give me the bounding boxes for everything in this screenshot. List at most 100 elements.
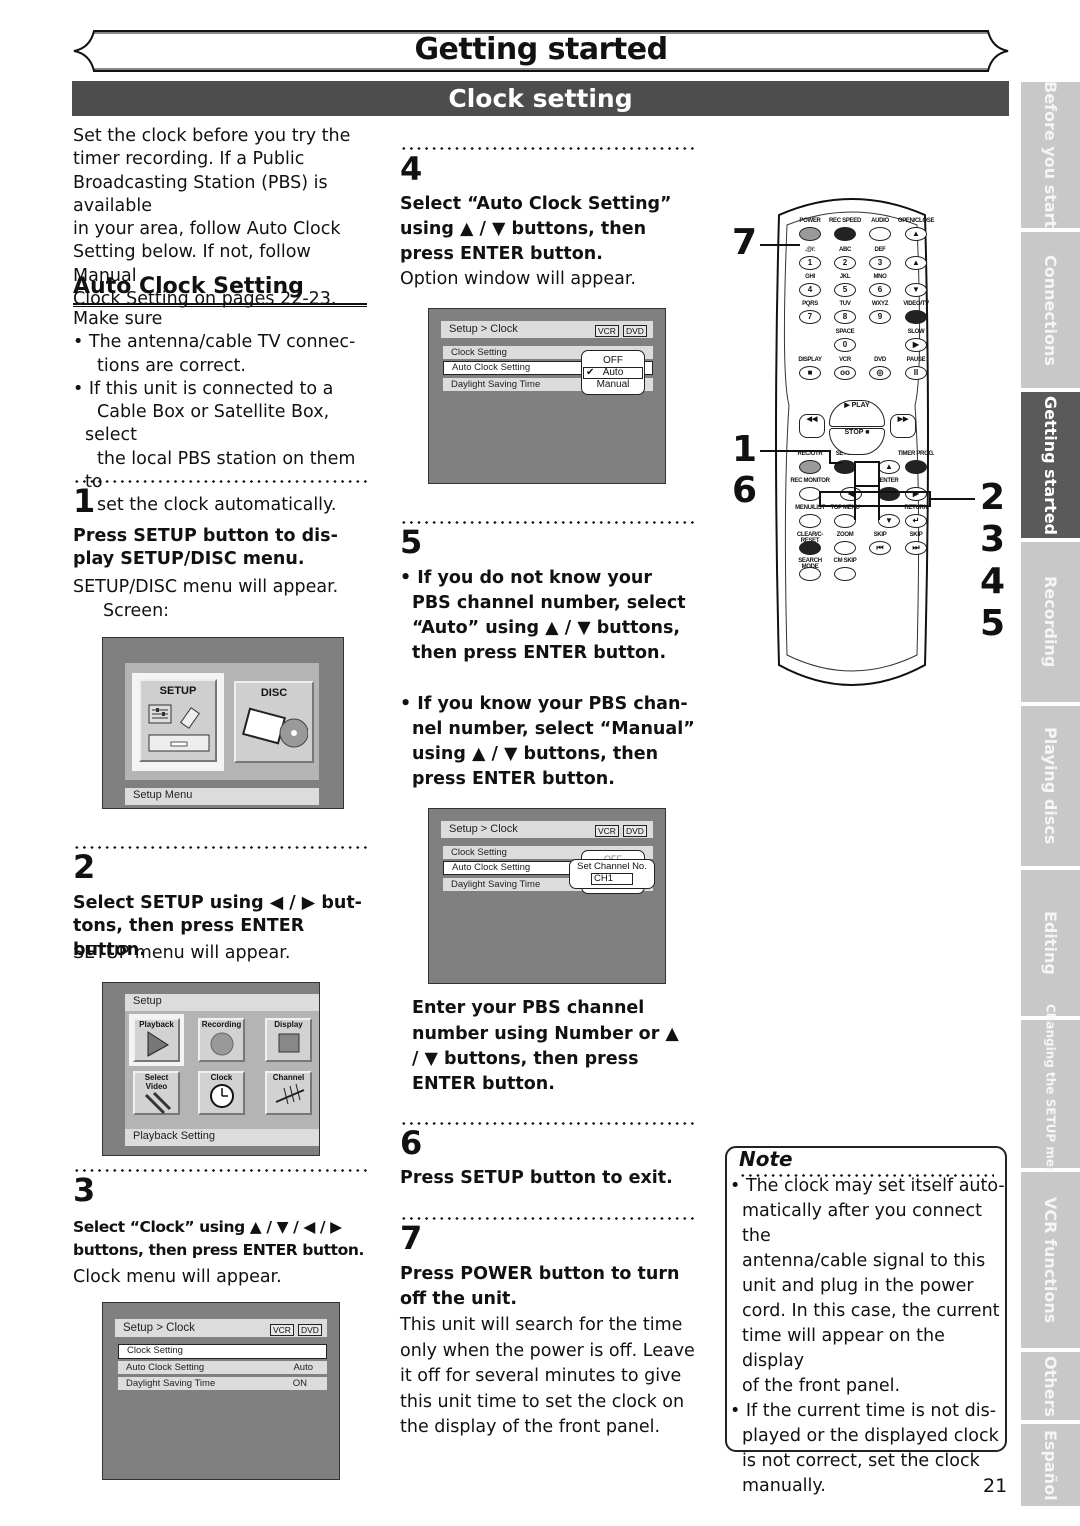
step-4-instruction: Select “Auto Clock Setting” using ▲ / ▼ b… <box>400 194 672 264</box>
step-number: 2 <box>73 848 96 886</box>
callout-2: 2 <box>980 477 1006 518</box>
side-tab-getting-started[interactable]: Getting started <box>1021 392 1080 538</box>
chapter-title: Getting started <box>414 32 668 67</box>
note-bullets: • The clock may set itself auto-maticall… <box>730 1176 1005 1496</box>
make-sure-block: Make sure • The antenna/cable TV connec-… <box>73 308 373 518</box>
vcr-indicator: VCR <box>595 825 619 837</box>
breadcrumb: Setup > Clock <box>441 321 653 338</box>
intro-line: Set the clock before you try the <box>73 126 351 146</box>
side-tab-before-you-start[interactable]: Before you start <box>1021 81 1080 229</box>
side-tab-label: Others <box>1041 1355 1060 1417</box>
skip-back-button[interactable]: ⏮ <box>869 541 891 555</box>
channel-window-screen: Setup > Clock VCR DVD Clock Setting Auto… <box>428 808 666 984</box>
status-bar: Playback Setting <box>125 1129 319 1146</box>
option-popup: OFF ✔ Auto Manual <box>581 350 645 395</box>
disc-tile[interactable]: DISC <box>234 681 314 763</box>
display-icon <box>278 1033 299 1053</box>
icon-recording[interactable]: Recording <box>198 1018 245 1062</box>
cm-skip-button[interactable] <box>834 567 856 581</box>
daylight-saving-row[interactable]: Daylight Saving Time ON <box>118 1377 327 1390</box>
intro-line: Broadcasting Station (PBS) is available <box>73 172 328 216</box>
callout-lines <box>760 244 975 520</box>
disc-film-icon <box>242 707 308 748</box>
step-1-instruction: Press SETUP button to dis-play SETUP/DIS… <box>73 526 338 570</box>
heading-rule <box>73 303 367 307</box>
side-tab-label: Editing <box>1041 911 1060 975</box>
step-divider <box>400 147 694 150</box>
callout-5: 5 <box>980 603 1006 644</box>
icon-channel[interactable]: Channel <box>265 1071 312 1115</box>
step-divider <box>73 846 367 849</box>
clock-menu-screen: Setup > Clock VCR DVD Clock Setting Auto… <box>102 1302 340 1480</box>
skip-forward-button[interactable]: ⏭ <box>905 541 927 555</box>
side-tab-espa-ol[interactable]: Español <box>1021 1424 1080 1506</box>
status-bar: Setup Menu <box>125 788 319 805</box>
screen-label: Screen: <box>103 601 170 621</box>
setup-tile-highlight[interactable]: SETUP <box>132 673 224 771</box>
icon-playback[interactable]: Playback <box>133 1018 180 1062</box>
bullet-item: • If this unit is connected to a Cable Bo… <box>73 378 356 516</box>
auto-clock-row[interactable]: Auto Clock Setting Auto <box>118 1361 327 1374</box>
step-7-description: This unit will search for the time only w… <box>400 1315 695 1437</box>
side-tab-label: Recording <box>1041 576 1060 668</box>
side-tab-others[interactable]: Others <box>1021 1352 1080 1420</box>
setup-device-icon <box>148 704 210 752</box>
clear-button[interactable] <box>799 541 821 555</box>
step-divider <box>73 1169 367 1172</box>
side-tab-changing-the-setup-menu[interactable]: Changing the SETUP menu <box>1021 1004 1080 1184</box>
vcr-indicator: VCR <box>595 325 619 337</box>
side-tab-vcr-functions[interactable]: VCR functions <box>1021 1172 1080 1348</box>
option-auto[interactable]: ✔ Auto <box>583 367 643 379</box>
option-off[interactable]: OFF <box>582 355 644 367</box>
side-tab-label: Changing the SETUP menu <box>1043 1003 1058 1185</box>
side-tab-label: Getting started <box>1041 395 1060 535</box>
auto-clock-heading: Auto Clock Setting <box>73 274 304 299</box>
search-mode-button[interactable] <box>799 567 821 581</box>
note-title: Note <box>739 1147 793 1171</box>
step-number: 3 <box>73 1171 96 1209</box>
step-3-instruction: Select “Clock” using ▲ / ▼ / ◀ / ▶ button… <box>73 1218 365 1260</box>
vcr-indicator: VCR <box>270 1324 294 1336</box>
intro-line: in your area, follow Auto Clock <box>73 219 341 240</box>
antenna-icon <box>275 1083 304 1105</box>
step-3-description: Clock menu will appear. <box>73 1267 282 1287</box>
zoom-button[interactable] <box>834 541 856 555</box>
remote-label: ZOOM <box>836 532 854 538</box>
callout-4: 4 <box>980 561 1006 602</box>
remote-label: SKIP <box>909 532 923 538</box>
checkmark-icon: ✔ <box>586 367 595 378</box>
step-6-instruction: Press SETUP button to exit. <box>400 1168 673 1188</box>
breadcrumb: Setup > Clock <box>115 1319 327 1337</box>
step-divider <box>400 521 694 524</box>
clock-icon <box>209 1084 234 1108</box>
step-2-description: SETUP menu will appear. <box>73 943 291 963</box>
step-number: 1 <box>73 482 96 520</box>
breadcrumb: Setup > Clock <box>441 821 653 838</box>
icon-display[interactable]: Display <box>265 1018 312 1062</box>
channel-input[interactable]: CH1 <box>591 873 633 885</box>
side-tab-recording[interactable]: Recording <box>1021 542 1080 702</box>
option-window-screen: Setup > Clock VCR DVD Clock Setting Auto… <box>428 308 666 484</box>
side-tab-label: VCR functions <box>1041 1196 1060 1324</box>
chapter-header: Getting started <box>72 30 1010 72</box>
step-7-instruction: Press POWER button to turn off the unit. <box>400 1264 680 1309</box>
icon-select-video[interactable]: Select Video <box>133 1071 180 1115</box>
bullet-item: • The antenna/cable TV connec-tions are … <box>73 332 356 376</box>
play-icon <box>147 1031 169 1057</box>
callout-3: 3 <box>980 519 1006 560</box>
step-1-description: SETUP/DISC menu will appear. <box>73 577 339 597</box>
remote-label: SKIP <box>873 532 887 538</box>
step-5-enter-channel: Enter your PBS channel number using Numbe… <box>412 998 679 1094</box>
dvd-indicator: DVD <box>623 325 647 337</box>
step-number: 6 <box>400 1124 423 1162</box>
side-tab-label: Connections <box>1041 254 1060 366</box>
callout-6: 6 <box>732 470 758 511</box>
page-number: 21 <box>983 1475 1008 1497</box>
option-manual[interactable]: Manual <box>582 379 644 391</box>
side-tab-playing-discs[interactable]: Playing discs <box>1021 706 1080 866</box>
clock-setting-row[interactable]: Clock Setting <box>118 1344 327 1359</box>
icon-clock[interactable]: Clock <box>198 1071 245 1115</box>
popup-title: Set Channel No. <box>577 861 647 872</box>
side-tab-editing[interactable]: Editing <box>1021 870 1080 1016</box>
side-tab-connections[interactable]: Connections <box>1021 232 1080 388</box>
